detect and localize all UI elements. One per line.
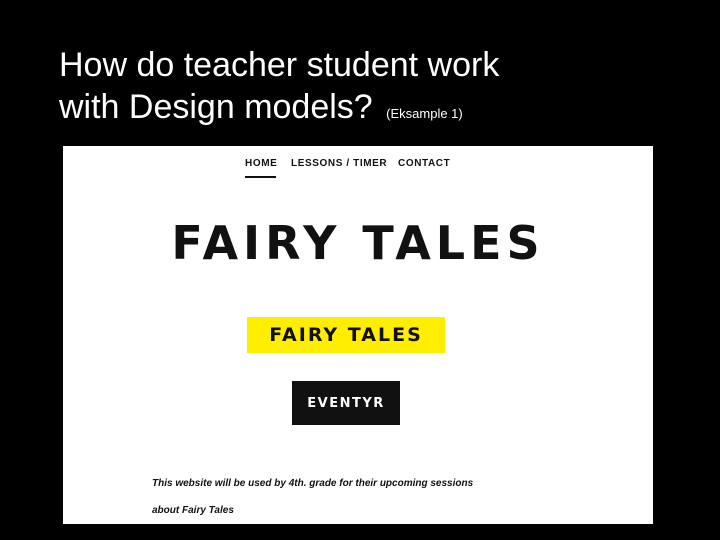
yellow-title-label: FAIRY TALES (269, 324, 423, 346)
eventyr-button[interactable]: EVENTYR (292, 381, 400, 425)
nav-lessons-timer-link[interactable]: LESSONS / TIMER (291, 158, 387, 169)
slide-title-note: (Eksample 1) (386, 106, 463, 121)
hero-title: FAIRY TALES (171, 216, 545, 270)
site-description: This website will be used by 4th. grade … (152, 470, 552, 524)
yellow-title-banner: FAIRY TALES (247, 317, 445, 353)
slide-title: How do teacher student work with Design … (59, 44, 499, 135)
nav-home-link[interactable]: HOME (245, 158, 277, 169)
eventyr-button-label: EVENTYR (307, 395, 385, 411)
site-nav: HOME LESSONS / TIMER CONTACT (63, 158, 653, 184)
nav-contact-link[interactable]: CONTACT (398, 158, 450, 169)
description-line2: about Fairy Tales (152, 505, 234, 516)
slide-title-line1: How do teacher student work (59, 46, 500, 84)
active-nav-underline (245, 176, 276, 178)
slide-title-line2: with Design models? (59, 88, 373, 126)
website-screenshot: HOME LESSONS / TIMER CONTACT FAIRY TALES… (63, 146, 653, 524)
description-line1: This website will be used by 4th. grade … (152, 478, 474, 489)
